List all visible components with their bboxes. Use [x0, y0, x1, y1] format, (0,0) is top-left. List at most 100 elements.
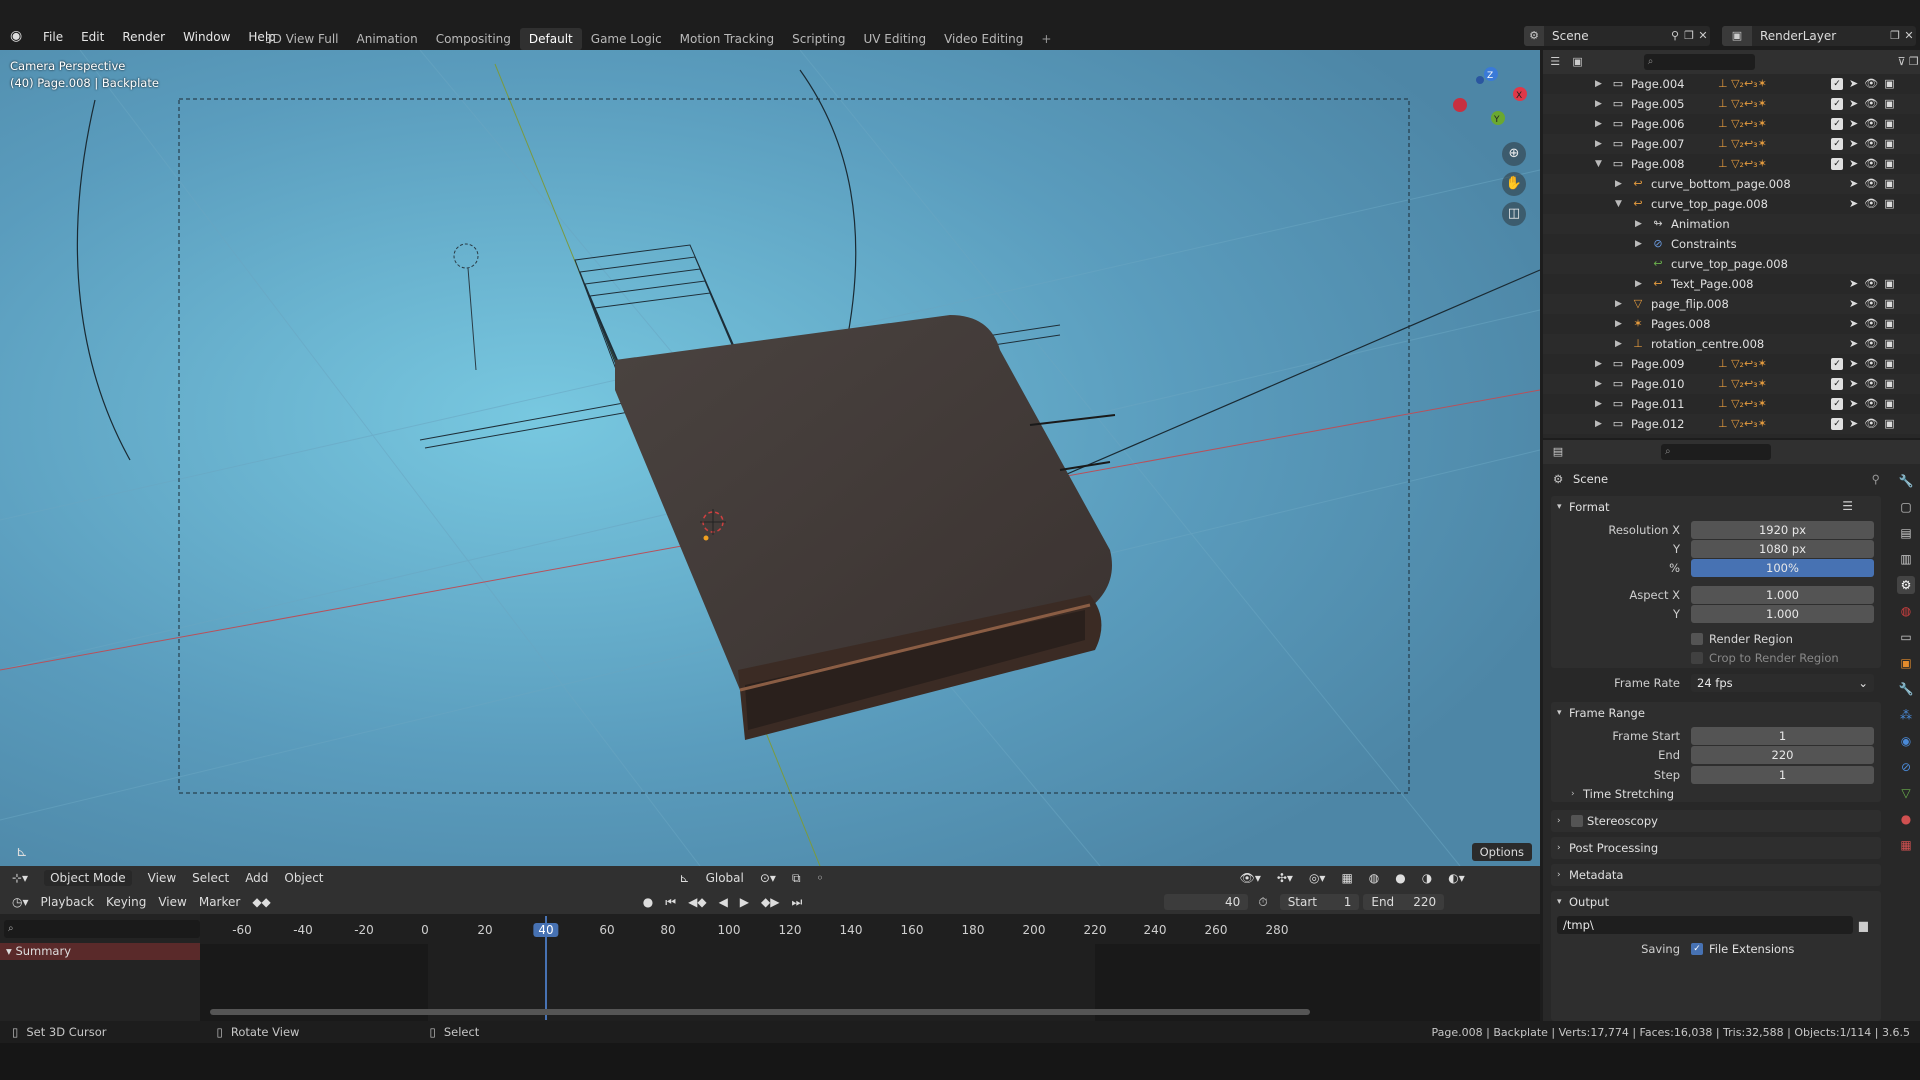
resolution-percent-field[interactable]: 100% [1691, 559, 1874, 577]
playback-menu[interactable]: Playback [41, 895, 95, 909]
scene-selector[interactable]: ⚙ Scene ⚲ ❐ ✕ [1524, 26, 1710, 46]
menu-file[interactable]: File [34, 27, 72, 47]
properties-search-input[interactable]: ⌕ [1661, 444, 1771, 460]
timeline-scrollbar[interactable] [210, 1009, 1310, 1015]
select-arrow-icon[interactable]: ➤ [1849, 274, 1858, 294]
orientation-icon[interactable]: ⊾ [680, 871, 690, 885]
overlay-icon[interactable]: ◎▾ [1309, 871, 1326, 885]
select-arrow-icon[interactable]: ➤ [1849, 314, 1858, 334]
add-workspace-button[interactable]: + [1032, 28, 1060, 50]
camera-icon[interactable]: ▣ [1884, 274, 1894, 294]
timeline-editor-icon[interactable]: ◷▾ [12, 895, 29, 909]
end-frame-field[interactable]: End 220 [1363, 894, 1445, 910]
scene-icon[interactable]: ⚙ [1524, 26, 1544, 46]
outliner-editor-icon[interactable]: ☰ [1549, 55, 1561, 69]
expand-right-icon[interactable]: ▶ [1595, 134, 1602, 154]
close-icon[interactable]: ✕ [1696, 29, 1710, 43]
frame-ruler[interactable]: -60 -40 -20 0 20 40 60 80 100 120 140 16… [200, 914, 1540, 944]
expand-right-icon[interactable]: ▶ [1595, 374, 1602, 394]
object-tab-icon[interactable]: ▣ [1897, 654, 1915, 672]
camera-icon[interactable]: ▣ [1884, 174, 1894, 194]
outliner-row[interactable]: ▼ ▭ Page.008 ⊥ ▽₂↩₃✶ ✓ ➤ 👁 ▣ [1543, 154, 1920, 174]
new-layer-icon[interactable]: ❐ [1888, 29, 1902, 43]
outliner-search-input[interactable]: ⌕ [1643, 54, 1756, 70]
playhead[interactable] [545, 916, 547, 1020]
outliner-row[interactable]: ▶ ⊥ rotation_centre.008 ➤ 👁 ▣ [1543, 334, 1920, 354]
physics-tab-icon[interactable]: ◉ [1897, 732, 1915, 750]
pivot-icon[interactable]: ⊙▾ [760, 871, 776, 885]
render-region-checkbox[interactable] [1691, 633, 1703, 645]
select-arrow-icon[interactable]: ➤ [1849, 414, 1858, 434]
options-button[interactable]: Options [1471, 843, 1532, 861]
camera-icon[interactable]: ▣ [1884, 194, 1894, 214]
shading-render-icon[interactable]: ◐▾ [1448, 871, 1465, 885]
snap-icon[interactable]: ⧉ [792, 871, 801, 886]
channel-search-input[interactable]: ⌕ [4, 920, 200, 938]
stereoscopy-panel[interactable]: › Stereoscopy [1551, 810, 1881, 832]
outliner-row[interactable]: ↩ curve_top_page.008 [1543, 254, 1920, 274]
expand-right-icon[interactable]: ▶ [1635, 274, 1642, 294]
display-mode-icon[interactable]: ▣ [1571, 55, 1583, 69]
outliner-row[interactable]: ▶ ▭ Page.007 ⊥ ▽₂↩₃✶ ✓ ➤ 👁 ▣ [1543, 134, 1920, 154]
camera-icon[interactable]: ▣ [1884, 294, 1894, 314]
tool-tab-icon[interactable]: 🔧 [1897, 472, 1915, 490]
timeline-body[interactable]: ⌕ ▾ Summary -60 -40 -20 0 20 40 60 80 10… [0, 914, 1540, 1021]
record-icon[interactable]: ● [643, 895, 653, 909]
constraint-tab-icon[interactable]: ⊘ [1897, 758, 1915, 776]
camera-view-icon[interactable]: ◫ [1502, 202, 1526, 226]
camera-icon[interactable]: ▣ [1884, 114, 1894, 134]
select-arrow-icon[interactable]: ➤ [1849, 154, 1858, 174]
include-checkbox[interactable]: ✓ [1831, 138, 1843, 150]
orientation-dropdown[interactable]: Global [706, 871, 744, 885]
tab-animation[interactable]: Animation [348, 28, 427, 50]
camera-icon[interactable]: ▣ [1884, 94, 1894, 114]
editor-type-icon[interactable]: ⊹▾ [12, 871, 28, 885]
expand-right-icon[interactable]: ▶ [1615, 174, 1622, 194]
prev-key-icon[interactable]: ◀◆ [688, 895, 706, 909]
menu-view[interactable]: View [148, 871, 176, 885]
start-frame-field[interactable]: Start 1 [1279, 894, 1360, 910]
output-tab-icon[interactable]: ▤ [1897, 524, 1915, 542]
menu-marker[interactable]: Marker [199, 895, 240, 909]
play-reverse-icon[interactable]: ◀ [719, 895, 728, 909]
expand-right-icon[interactable]: ▶ [1635, 214, 1642, 234]
tab-motion-tracking[interactable]: Motion Tracking [671, 28, 783, 50]
outliner-row[interactable]: ▼ ↩ curve_top_page.008 ➤ 👁 ▣ [1543, 194, 1920, 214]
outliner-row[interactable]: ▶ ▽ page_flip.008 ➤ 👁 ▣ [1543, 294, 1920, 314]
select-arrow-icon[interactable]: ➤ [1849, 194, 1858, 214]
select-arrow-icon[interactable]: ➤ [1849, 294, 1858, 314]
output-path-field[interactable]: /tmp\ [1557, 916, 1853, 934]
shading-wire-icon[interactable]: ◍ [1369, 871, 1379, 885]
particles-tab-icon[interactable]: ⁂ [1897, 706, 1915, 724]
view-layer-name[interactable]: RenderLayer [1760, 29, 1888, 43]
outliner-row[interactable]: ▶ ▭ Page.010 ⊥ ▽₂↩₃✶ ✓ ➤ 👁 ▣ [1543, 374, 1920, 394]
camera-icon[interactable]: ▣ [1884, 314, 1894, 334]
shading-material-icon[interactable]: ◑ [1422, 871, 1432, 885]
frame-start-field[interactable]: 1 [1691, 727, 1874, 745]
expand-right-icon[interactable]: ▶ [1615, 314, 1622, 334]
eye-icon[interactable]: 👁 [1864, 294, 1878, 314]
outliner-row[interactable]: ▶ ▭ Page.012 ⊥ ▽₂↩₃✶ ✓ ➤ 👁 ▣ [1543, 414, 1920, 434]
format-panel-title[interactable]: Format [1569, 496, 1610, 518]
eye-icon[interactable]: 👁 [1864, 114, 1878, 134]
properties-editor-icon[interactable]: ▤ [1551, 445, 1565, 459]
tab-uv-editing[interactable]: UV Editing [855, 28, 936, 50]
outliner-row[interactable]: ▶ ▭ Page.011 ⊥ ▽₂↩₃✶ ✓ ➤ 👁 ▣ [1543, 394, 1920, 414]
new-collection-icon[interactable]: ❐ [1908, 55, 1920, 69]
expand-right-icon[interactable]: ▶ [1615, 294, 1622, 314]
resolution-y-field[interactable]: 1080 px [1691, 540, 1874, 558]
tab-scripting[interactable]: Scripting [783, 28, 854, 50]
expand-right-icon[interactable]: ▶ [1595, 414, 1602, 434]
menu-render[interactable]: Render [113, 27, 174, 47]
menu-view[interactable]: View [158, 895, 186, 909]
tab-default[interactable]: Default [519, 28, 582, 50]
include-checkbox[interactable]: ✓ [1831, 378, 1843, 390]
outliner-row[interactable]: ▶ ▭ Page.005 ⊥ ▽₂↩₃✶ ✓ ➤ 👁 ▣ [1543, 94, 1920, 114]
camera-icon[interactable]: ▣ [1884, 374, 1894, 394]
tab-game-logic[interactable]: Game Logic [582, 28, 671, 50]
menu-select[interactable]: Select [192, 871, 229, 885]
remove-layer-icon[interactable]: ✕ [1902, 29, 1916, 43]
chevron-down-icon[interactable]: ▾ [1557, 891, 1562, 913]
expand-right-icon[interactable]: ▶ [1595, 94, 1602, 114]
view-layer-selector[interactable]: ▣ RenderLayer ❐ ✕ [1722, 26, 1916, 46]
